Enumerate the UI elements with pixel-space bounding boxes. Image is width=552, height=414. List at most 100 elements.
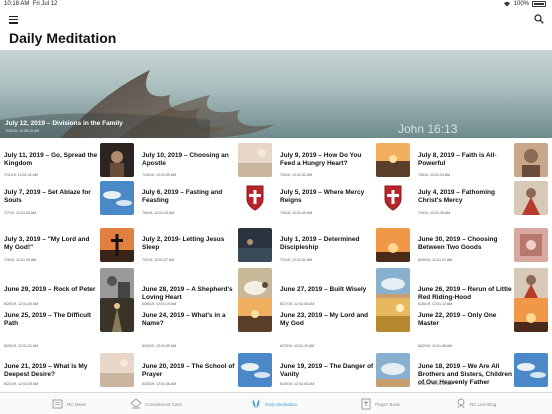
meditation-thumbnail [376,353,410,387]
menu-icon[interactable] [9,16,18,24]
meditation-title: July 6, 2019 – Fasting and Feasting [142,189,223,204]
meditation-date: 6/21/19, 12:01:05 AM [4,382,39,386]
meditation-thumbnail [238,268,272,302]
meditation-item[interactable]: June 23, 2019 – My Lord and My God 6/23/1… [276,298,413,348]
meditation-title: June 24, 2019 – What's in a Name? [142,312,226,327]
tab-bar: RC News Commitment Card Daily Meditation Pr… [0,392,552,414]
tab-label: Prayer Book [375,401,400,407]
meditation-thumbnail [238,353,272,387]
meditation-thumbnail [376,181,410,215]
meditation-title: June 23, 2019 – My Lord and My God [280,312,369,327]
meditation-thumbnail [100,298,134,332]
battery-percent: 100% [513,1,529,7]
tab-label: Daily Meditation [265,401,298,407]
meditation-thumbnail [238,143,272,177]
status-time-date: 10:18 AM Fri Jul 12 [4,1,58,7]
meditation-date: 7/11/19, 12:01:32 AM [4,173,38,177]
meditation-item[interactable]: July 7, 2019 – Set Ablaze for Souls 7/7/1… [0,181,137,221]
meditation-date: 7/7/19, 12:01:34 AM [4,211,37,215]
status-right: 100% [503,1,546,7]
book-icon [360,398,372,411]
news-icon [52,398,64,411]
battery-icon [532,1,546,7]
tab-rc-live-blog[interactable]: RC Live Blog [455,396,496,412]
hero-caption: July 12, 2019 – Divisions in the Family [5,120,123,127]
meditation-title: July 4, 2019 – Fathoming Christ's Mercy [418,189,495,204]
meditation-item[interactable]: June 19, 2019 – The Danger of Vanity 6/19… [276,347,413,387]
meditation-item[interactable]: June 28, 2019 – A Shepherd's Loving Hear… [138,261,275,306]
meditation-item[interactable]: June 26, 2019 – Rerun of Little Red Ridi… [414,261,551,306]
meditation-item[interactable]: July 9, 2019 – How Do You Feed a Hungry … [276,143,413,183]
meditation-thumbnail [100,353,134,387]
meditation-title: June 19, 2019 – The Danger of Vanity [280,363,374,378]
meditation-thumbnail [514,268,548,302]
meditation-item[interactable]: July 11, 2019 – Go, Spread the Kingdom 7/… [0,143,137,183]
tab-rc-news[interactable]: RC News [52,396,86,412]
hero-scripture-reference: John 16:13 [398,122,458,136]
meditation-title: July 10, 2019 – Choosing an Apostle [142,152,229,167]
meditation-grid: July 11, 2019 – Go, Spread the Kingdom 7/… [0,141,552,391]
meditation-thumbnail [514,228,548,262]
meditation-thumbnail [514,353,548,387]
meditation-title: June 20, 2019 – The School of Prayer [142,363,235,378]
hero-date: 7/13/19, 12:05:15 AM [5,129,40,133]
meditation-thumbnail [514,143,548,177]
meditation-item[interactable]: July 10, 2019 – Choosing an Apostle 7/10/… [138,143,275,183]
meditation-title: June 22, 2019 – Only One Master [418,312,497,327]
meditation-item[interactable]: June 29, 2019 – Rock of Peter 6/29/19, 12… [0,261,137,306]
meditation-title: June 29, 2019 – Rock of Peter [4,286,96,293]
search-icon[interactable] [534,14,544,24]
meditation-title: July 3, 2019 – "My Lord and My God!" [4,236,90,251]
meditation-thumbnail [376,228,410,262]
meditation-thumbnail [514,298,548,332]
meditation-title: July 5, 2019 – Where Mercy Reigns [280,189,365,204]
meditation-date: 7/9/19, 12:01:32 AM [280,173,313,177]
tab-label: RC Live Blog [470,401,497,407]
meditation-item[interactable]: June 24, 2019 – What's in a Name? 6/24/19… [138,298,275,348]
page-title: Daily Meditation [9,30,117,46]
meditation-date: 7/10/19, 12:01:09 AM [142,173,177,177]
meditation-date: 7/6/19, 12:01:43 AM [142,211,175,215]
nav-bar [0,10,552,28]
meditation-thumbnail [376,298,410,332]
tab-label: RC News [67,401,87,407]
meditation-title: June 21, 2019 – What is My Deepest Desir… [4,363,88,378]
hands-icon [250,398,262,411]
meditation-date: 6/19/19, 12:01:03 AM [280,382,315,386]
meditation-item[interactable]: July 5, 2019 – Where Mercy Reigns 7/5/19,… [276,181,413,221]
meditation-item[interactable]: June 21, 2019 – What is My Deepest Desir… [0,347,137,387]
meditation-date: 6/20/19, 12:01:36 AM [142,382,177,386]
meditation-title: June 30, 2019 – Choosing Between Two Goo… [418,236,498,251]
meditation-thumbnail [376,143,410,177]
meditation-thumbnail [238,181,272,215]
meditation-item[interactable]: July 4, 2019 – Fathoming Christ's Mercy 7… [414,181,551,221]
status-bar: 10:18 AM Fri Jul 12 100% [0,0,552,10]
meditation-thumbnail [238,298,272,332]
meditation-item[interactable]: June 20, 2019 – The School of Prayer 6/20… [138,347,275,387]
meditation-item[interactable]: June 18, 2019 – We Are All Brothers and … [414,347,551,387]
meditation-title: July 11, 2019 – Go, Spread the Kingdom [4,152,98,167]
meditation-item[interactable]: July 6, 2019 – Fasting and Feasting 7/6/1… [138,181,275,221]
meditation-item[interactable]: June 27, 2019 – Built Wisely 6/27/19, 12:… [276,261,413,306]
blog-icon [455,398,467,411]
tab-commitment-card[interactable]: Commitment Card [130,396,182,412]
wifi-icon [503,2,510,7]
meditation-item[interactable]: July 8, 2019 – Faith is All-Powerful 7/8/… [414,143,551,183]
meditation-item[interactable]: June 22, 2019 – Only One Master 6/22/19, … [414,298,551,348]
meditation-thumbnail [376,268,410,302]
tab-label: Commitment Card [145,401,182,407]
tab-daily-meditation[interactable]: Daily Meditation [250,396,297,412]
meditation-date: 6/18/19, 12:01:30 AM [418,382,453,386]
card-icon [130,397,142,411]
meditation-title: July 1, 2019 – Determined Discipleship [280,236,360,251]
meditation-thumbnail [100,268,134,302]
meditation-date: 7/4/19, 12:01:30 AM [418,211,451,215]
meditation-thumbnail [238,228,272,262]
meditation-thumbnail [100,228,134,262]
meditation-title: July 8, 2019 – Faith is All-Powerful [418,152,497,167]
meditation-title: July 9, 2019 – How Do You Feed a Hungry … [280,152,362,167]
meditation-item[interactable]: June 25, 2019 – The Difficult Path 6/25/1… [0,298,137,348]
tab-prayer-book[interactable]: Prayer Book [360,396,400,412]
meditation-date: 7/5/19, 12:01:40 AM [280,211,313,215]
meditation-thumbnail [514,181,548,215]
